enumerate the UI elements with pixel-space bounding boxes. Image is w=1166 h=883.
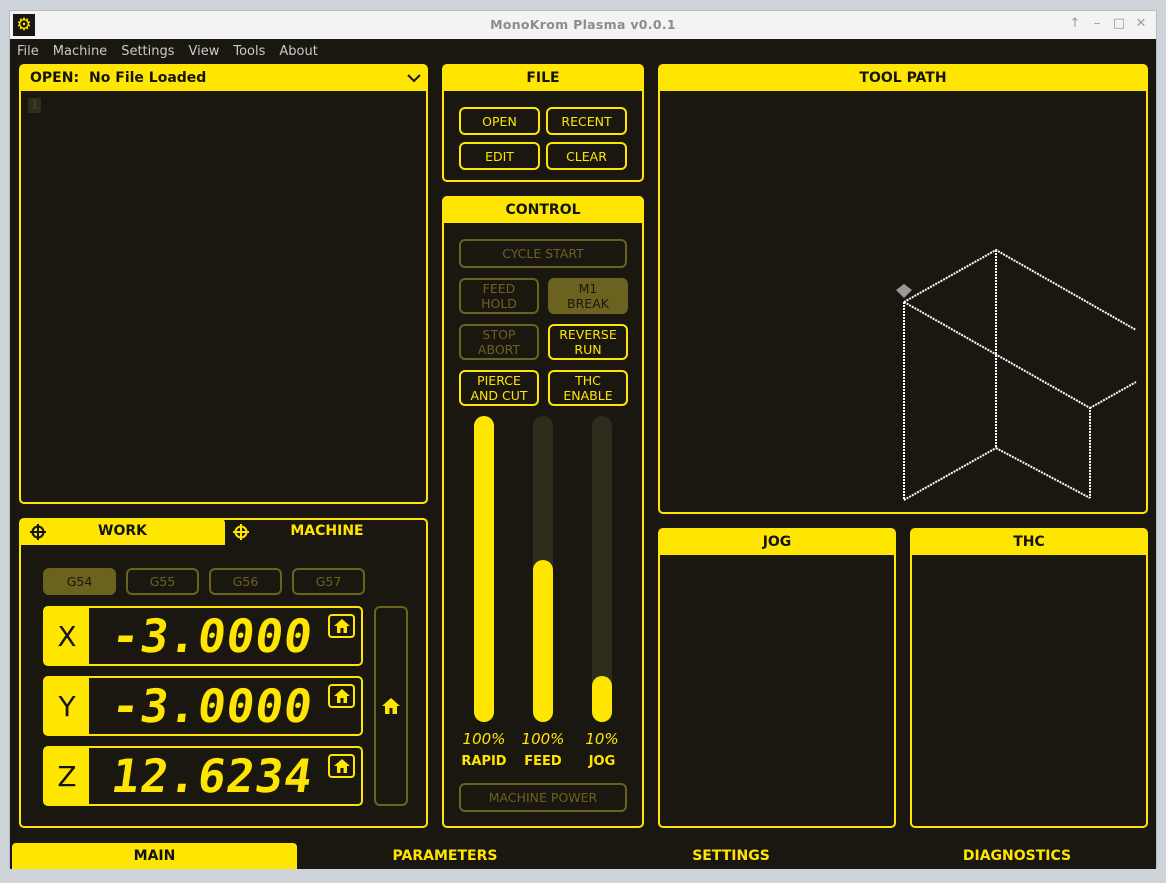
thc-panel: THC [910, 528, 1148, 828]
y-value: -3.0000 [108, 679, 317, 733]
gcode-file-selector[interactable]: OPEN: No File Loaded [20, 65, 427, 91]
m1-break-button[interactable]: M1 BREAK [548, 278, 628, 314]
cycle-start-button[interactable]: CYCLE START [459, 239, 627, 268]
title-bar: ⚙ MonoKrom Plasma v0.0.1 ↑ – □ ✕ [10, 11, 1156, 40]
dro-z: Z 12.6234 [43, 746, 363, 806]
jog-slider-fill [592, 676, 612, 722]
home-icon [333, 689, 350, 703]
menu-view[interactable]: View [182, 44, 227, 59]
machine-power-button[interactable]: MACHINE POWER [459, 783, 627, 812]
home-y-button[interactable] [328, 684, 355, 708]
toolpath-panel: TOOL PATH [658, 64, 1148, 514]
menu-machine[interactable]: Machine [46, 44, 114, 59]
jog-slider[interactable] [592, 416, 612, 722]
tab-machine-label: MACHINE [290, 523, 364, 539]
tab-diagnostics[interactable]: DIAGNOSTICS [874, 843, 1160, 869]
clear-button[interactable]: CLEAR [546, 142, 627, 170]
thc-title: THC [911, 529, 1147, 555]
main-window: ⚙ MonoKrom Plasma v0.0.1 ↑ – □ ✕ File Ma… [9, 10, 1157, 869]
edit-button[interactable]: EDIT [459, 142, 540, 170]
rapid-slider-fill [474, 416, 494, 722]
offset-g54-button[interactable]: G54 [43, 568, 116, 595]
open-button[interactable]: OPEN [459, 107, 540, 135]
home-icon [382, 698, 400, 714]
menu-file[interactable]: File [10, 44, 46, 59]
offset-g55-button[interactable]: G55 [126, 568, 199, 595]
home-x-button[interactable] [328, 614, 355, 638]
tab-work[interactable]: WORK [20, 519, 225, 545]
jog-label: JOG [588, 754, 616, 769]
control-panel: CONTROL CYCLE START FEED HOLD M1 BREAK S… [442, 196, 644, 828]
home-all-button[interactable] [374, 606, 408, 806]
gcode-panel: OPEN: No File Loaded 1 [19, 64, 428, 504]
bottom-tab-bar: MAIN PARAMETERS SETTINGS DIAGNOSTICS [10, 843, 1156, 869]
window-title: MonoKrom Plasma v0.0.1 [490, 17, 676, 32]
open-label: OPEN: [30, 70, 80, 86]
jog-percent: 10% [585, 730, 619, 748]
z-axis-label: Z [45, 748, 89, 804]
home-z-button[interactable] [328, 754, 355, 778]
file-panel-title: FILE [443, 65, 643, 91]
maximize-icon[interactable]: □ [1111, 16, 1127, 32]
toolpath-title: TOOL PATH [659, 65, 1147, 91]
feed-hold-button[interactable]: FEED HOLD [459, 278, 539, 314]
feed-slider-fill [533, 560, 553, 722]
minimize-icon[interactable]: – [1089, 16, 1105, 32]
line-number: 1 [28, 98, 42, 113]
tab-work-label: WORK [98, 523, 147, 539]
control-panel-title: CONTROL [443, 197, 643, 223]
tab-settings[interactable]: SETTINGS [588, 843, 874, 869]
feed-slider[interactable] [533, 416, 553, 722]
home-icon [333, 759, 350, 773]
y-axis-label: Y [45, 678, 89, 734]
tab-main[interactable]: MAIN [12, 843, 297, 869]
offset-g57-button[interactable]: G57 [292, 568, 365, 595]
thc-enable-button[interactable]: THC ENABLE [548, 370, 628, 406]
rapid-label: RAPID [461, 754, 507, 769]
stop-abort-button[interactable]: STOP ABORT [459, 324, 539, 360]
jog-panel: JOG [658, 528, 896, 828]
close-icon[interactable]: ✕ [1133, 16, 1149, 32]
feed-label: FEED [524, 754, 562, 769]
pierce-cut-button[interactable]: PIERCE AND CUT [459, 370, 539, 406]
x-axis-label: X [45, 608, 89, 664]
reverse-run-button[interactable]: REVERSE RUN [548, 324, 628, 360]
z-value: 12.6234 [108, 749, 317, 803]
file-name: No File Loaded [89, 70, 207, 86]
keep-above-icon[interactable]: ↑ [1067, 16, 1083, 32]
feed-percent: 100% [521, 730, 565, 748]
menu-settings[interactable]: Settings [114, 44, 181, 59]
rapid-percent: 100% [462, 730, 506, 748]
dro-panel: WORK MACHINE G54 G55 G56 G57 X -3.0000 Y… [19, 518, 428, 828]
menu-bar: File Machine Settings View Tools About [10, 39, 1156, 63]
rapid-slider[interactable] [474, 416, 494, 722]
offset-g56-button[interactable]: G56 [209, 568, 282, 595]
dro-y: Y -3.0000 [43, 676, 363, 736]
menu-about[interactable]: About [272, 44, 324, 59]
file-panel: FILE OPEN RECENT EDIT CLEAR [442, 64, 644, 182]
toolpath-view[interactable] [660, 92, 1146, 512]
chevron-down-icon [407, 74, 421, 83]
jog-title: JOG [659, 529, 895, 555]
recent-button[interactable]: RECENT [546, 107, 627, 135]
dro-x: X -3.0000 [43, 606, 363, 666]
menu-tools[interactable]: Tools [226, 44, 272, 59]
tab-machine[interactable]: MACHINE [225, 519, 429, 545]
tab-parameters[interactable]: PARAMETERS [302, 843, 588, 869]
content-area: OPEN: No File Loaded 1 FILE OPEN RECENT … [10, 63, 1156, 869]
torch-marker [896, 284, 912, 298]
x-value: -3.0000 [108, 609, 317, 663]
home-icon [333, 619, 350, 633]
